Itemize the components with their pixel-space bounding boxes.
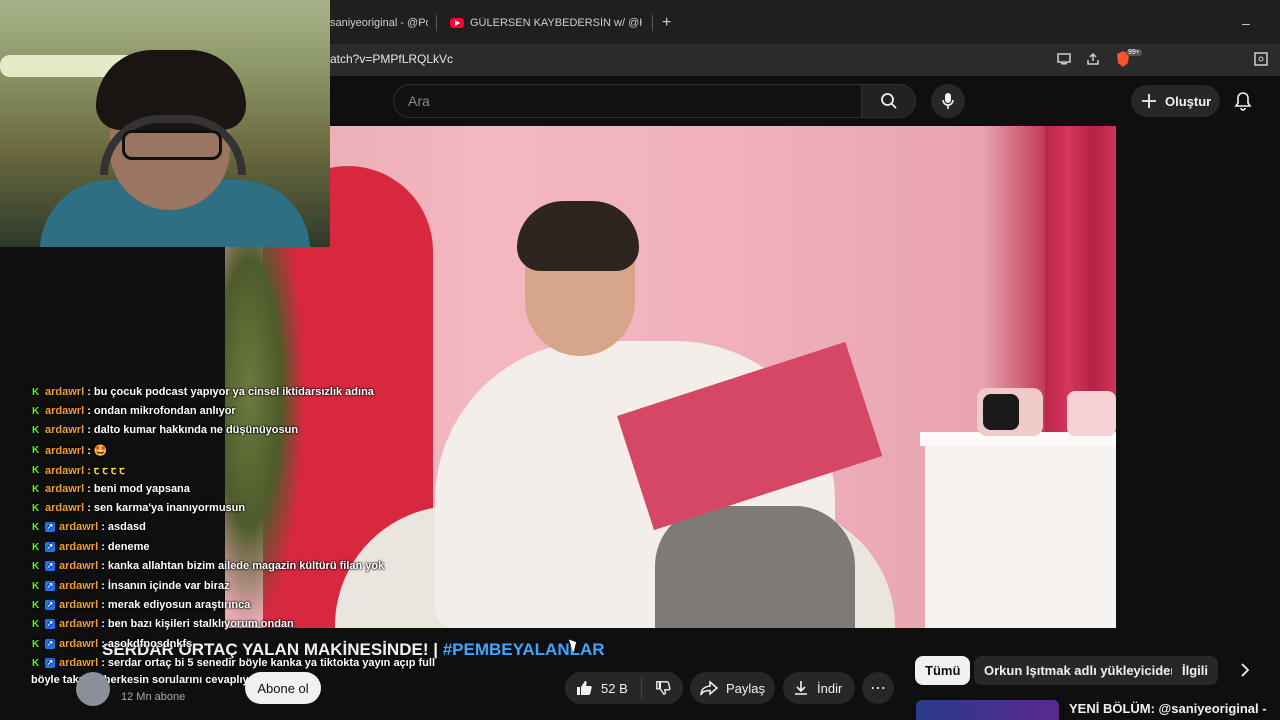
- chat-message: Kardawrl : 🤩: [32, 444, 108, 458]
- chat-message: K ↗ ardawrl : asdasd: [32, 521, 146, 533]
- download-label: İndir: [817, 680, 843, 696]
- channel-avatar[interactable]: [76, 672, 110, 706]
- boost-badge-icon: ↗: [45, 581, 55, 591]
- brave-badge: 99+: [1126, 49, 1142, 56]
- kick-badge-icon: K: [32, 599, 40, 611]
- chat-message: Kardawrl : bu çocuk podcast yapıyor ya c…: [32, 386, 374, 398]
- kick-badge-icon: K: [32, 465, 40, 476]
- chat-message-continuation: böyle takılıyo herkesin sorularını cevap…: [31, 674, 256, 686]
- video-scene-camera: [1067, 391, 1116, 436]
- browser-tab[interactable]: GÜLERSEN KAYBEDERSİN w/ @Harun: [450, 10, 642, 36]
- search-placeholder: Ara: [408, 93, 430, 109]
- chip-related[interactable]: İlgili: [1172, 656, 1218, 685]
- kick-badge-icon: K: [32, 424, 40, 436]
- like-button[interactable]: 52 B: [565, 679, 641, 697]
- boost-badge-icon: ↗: [45, 658, 55, 668]
- chevron-right-icon: [1241, 663, 1249, 677]
- share-label: Paylaş: [726, 680, 766, 696]
- search-input[interactable]: [393, 84, 861, 118]
- video-person-pants: [655, 506, 855, 628]
- youtube-favicon-icon: [450, 18, 464, 28]
- share-icon[interactable]: [1084, 50, 1102, 68]
- like-dislike-group: 52 B: [565, 672, 683, 704]
- chip-scroll-right-button[interactable]: [1238, 660, 1252, 680]
- tab-title: saniyeoriginal - @Po: [330, 17, 428, 29]
- hashtag-link[interactable]: #PEMBEYALANLAR: [443, 640, 605, 659]
- kick-badge-icon: K: [32, 483, 40, 495]
- notifications-bell-icon[interactable]: [1232, 90, 1254, 112]
- share-button[interactable]: Paylaş: [690, 672, 775, 704]
- thumbs-down-icon: [655, 681, 671, 695]
- kick-badge-icon: K: [32, 618, 40, 630]
- new-tab-button[interactable]: +: [662, 10, 676, 36]
- browser-tab[interactable]: saniyeoriginal - @Po: [330, 10, 428, 36]
- voice-search-button[interactable]: [931, 84, 965, 118]
- chat-message: K ↗ ardawrl : serdar ortaç bi 5 senedir bö…: [32, 657, 436, 669]
- kick-badge-icon: K: [32, 405, 40, 417]
- chat-message: K ↗ ardawrl : ben bazı kişileri stalklıyor…: [32, 618, 294, 630]
- chat-message: Kardawrl : ondan mikrofondan anlıyor: [32, 405, 236, 417]
- video-player[interactable]: [225, 126, 1116, 628]
- webcam-overlay: [0, 0, 330, 247]
- recommended-video-title[interactable]: YENİ BÖLÜM: @saniyeoriginal -: [1069, 701, 1267, 716]
- kick-badge-icon: K: [32, 580, 40, 592]
- microphone-icon: [942, 93, 954, 109]
- recommended-video-thumbnail[interactable]: [916, 700, 1059, 720]
- chat-message: Kardawrl : sen karma'ya inanıyormusun: [32, 502, 246, 514]
- chat-message: K ↗ ardawrl : merak ediyosun araştırınca: [32, 599, 251, 611]
- video-scene-tv-screen: [983, 394, 1019, 430]
- search-icon: [880, 93, 897, 109]
- like-count: 52 B: [601, 680, 628, 696]
- chat-message: K ↗ ardawrl : asokdfnosdnkfs: [32, 638, 193, 650]
- boost-badge-icon: ↗: [45, 522, 55, 532]
- video-person-hair: [517, 201, 639, 271]
- chat-message: Kardawrl : beni mod yapsana: [32, 483, 190, 495]
- tab-title: GÜLERSEN KAYBEDERSİN w/ @Harun: [470, 17, 642, 29]
- kick-badge-icon: K: [32, 521, 40, 533]
- boost-badge-icon: ↗: [45, 561, 55, 571]
- tab-separator: [652, 15, 653, 31]
- kick-badge-icon: K: [32, 560, 40, 572]
- chat-message: K ↗ ardawrl : İnsanın içinde var biraz: [32, 580, 230, 592]
- share-arrow-icon: [700, 680, 718, 696]
- chip-all[interactable]: Tümü: [915, 656, 971, 685]
- kick-badge-icon: K: [32, 541, 40, 553]
- chat-message: K ↗ ardawrl : deneme: [32, 541, 150, 553]
- boost-badge-icon: ↗: [45, 639, 55, 649]
- kick-badge-icon: K: [32, 445, 40, 456]
- kick-badge-icon: K: [32, 638, 40, 650]
- subscribe-button[interactable]: Abone ol: [245, 672, 321, 704]
- url-text[interactable]: atch?v=PMPfLRQLkVc: [330, 52, 453, 66]
- chat-message: Kardawrl : ꞇ ꞇ ꞇ ꞇ: [32, 464, 125, 478]
- kick-badge-icon: K: [32, 657, 40, 669]
- minimize-button[interactable]: –: [1242, 10, 1256, 36]
- video-scene-shelf: [925, 436, 1116, 628]
- dislike-button[interactable]: [642, 680, 683, 696]
- plus-icon: [1142, 94, 1156, 108]
- sidebar-toggle-icon[interactable]: [1252, 50, 1270, 68]
- thumbs-up-icon: [577, 681, 592, 695]
- download-icon: [795, 681, 807, 695]
- webcam-person-glasses: [122, 130, 222, 160]
- create-label: Oluştur: [1165, 93, 1212, 109]
- search-button[interactable]: [861, 84, 916, 118]
- tab-separator: [436, 15, 437, 31]
- kick-badge-icon: K: [32, 502, 40, 514]
- boost-badge-icon: ↗: [45, 619, 55, 629]
- boost-badge-icon: ↗: [45, 542, 55, 552]
- chat-message: Kardawrl : dalto kumar hakkında ne düşün…: [32, 424, 299, 436]
- chip-from-uploader[interactable]: Orkun Işıtmak adlı yükleyiciden: [974, 656, 1189, 685]
- boost-badge-icon: ↗: [45, 600, 55, 610]
- kick-badge-icon: K: [32, 386, 40, 398]
- subscriber-count: 12 Mn abone: [121, 691, 186, 703]
- cast-icon[interactable]: [1055, 50, 1073, 68]
- more-actions-button[interactable]: ⋯: [862, 672, 894, 704]
- chat-message: K ↗ ardawrl : kanka allahtan bizim ailede …: [32, 560, 385, 572]
- create-button[interactable]: Oluştur: [1131, 85, 1220, 117]
- download-button[interactable]: İndir: [783, 672, 855, 704]
- more-horizontal-icon: ⋯: [870, 680, 886, 697]
